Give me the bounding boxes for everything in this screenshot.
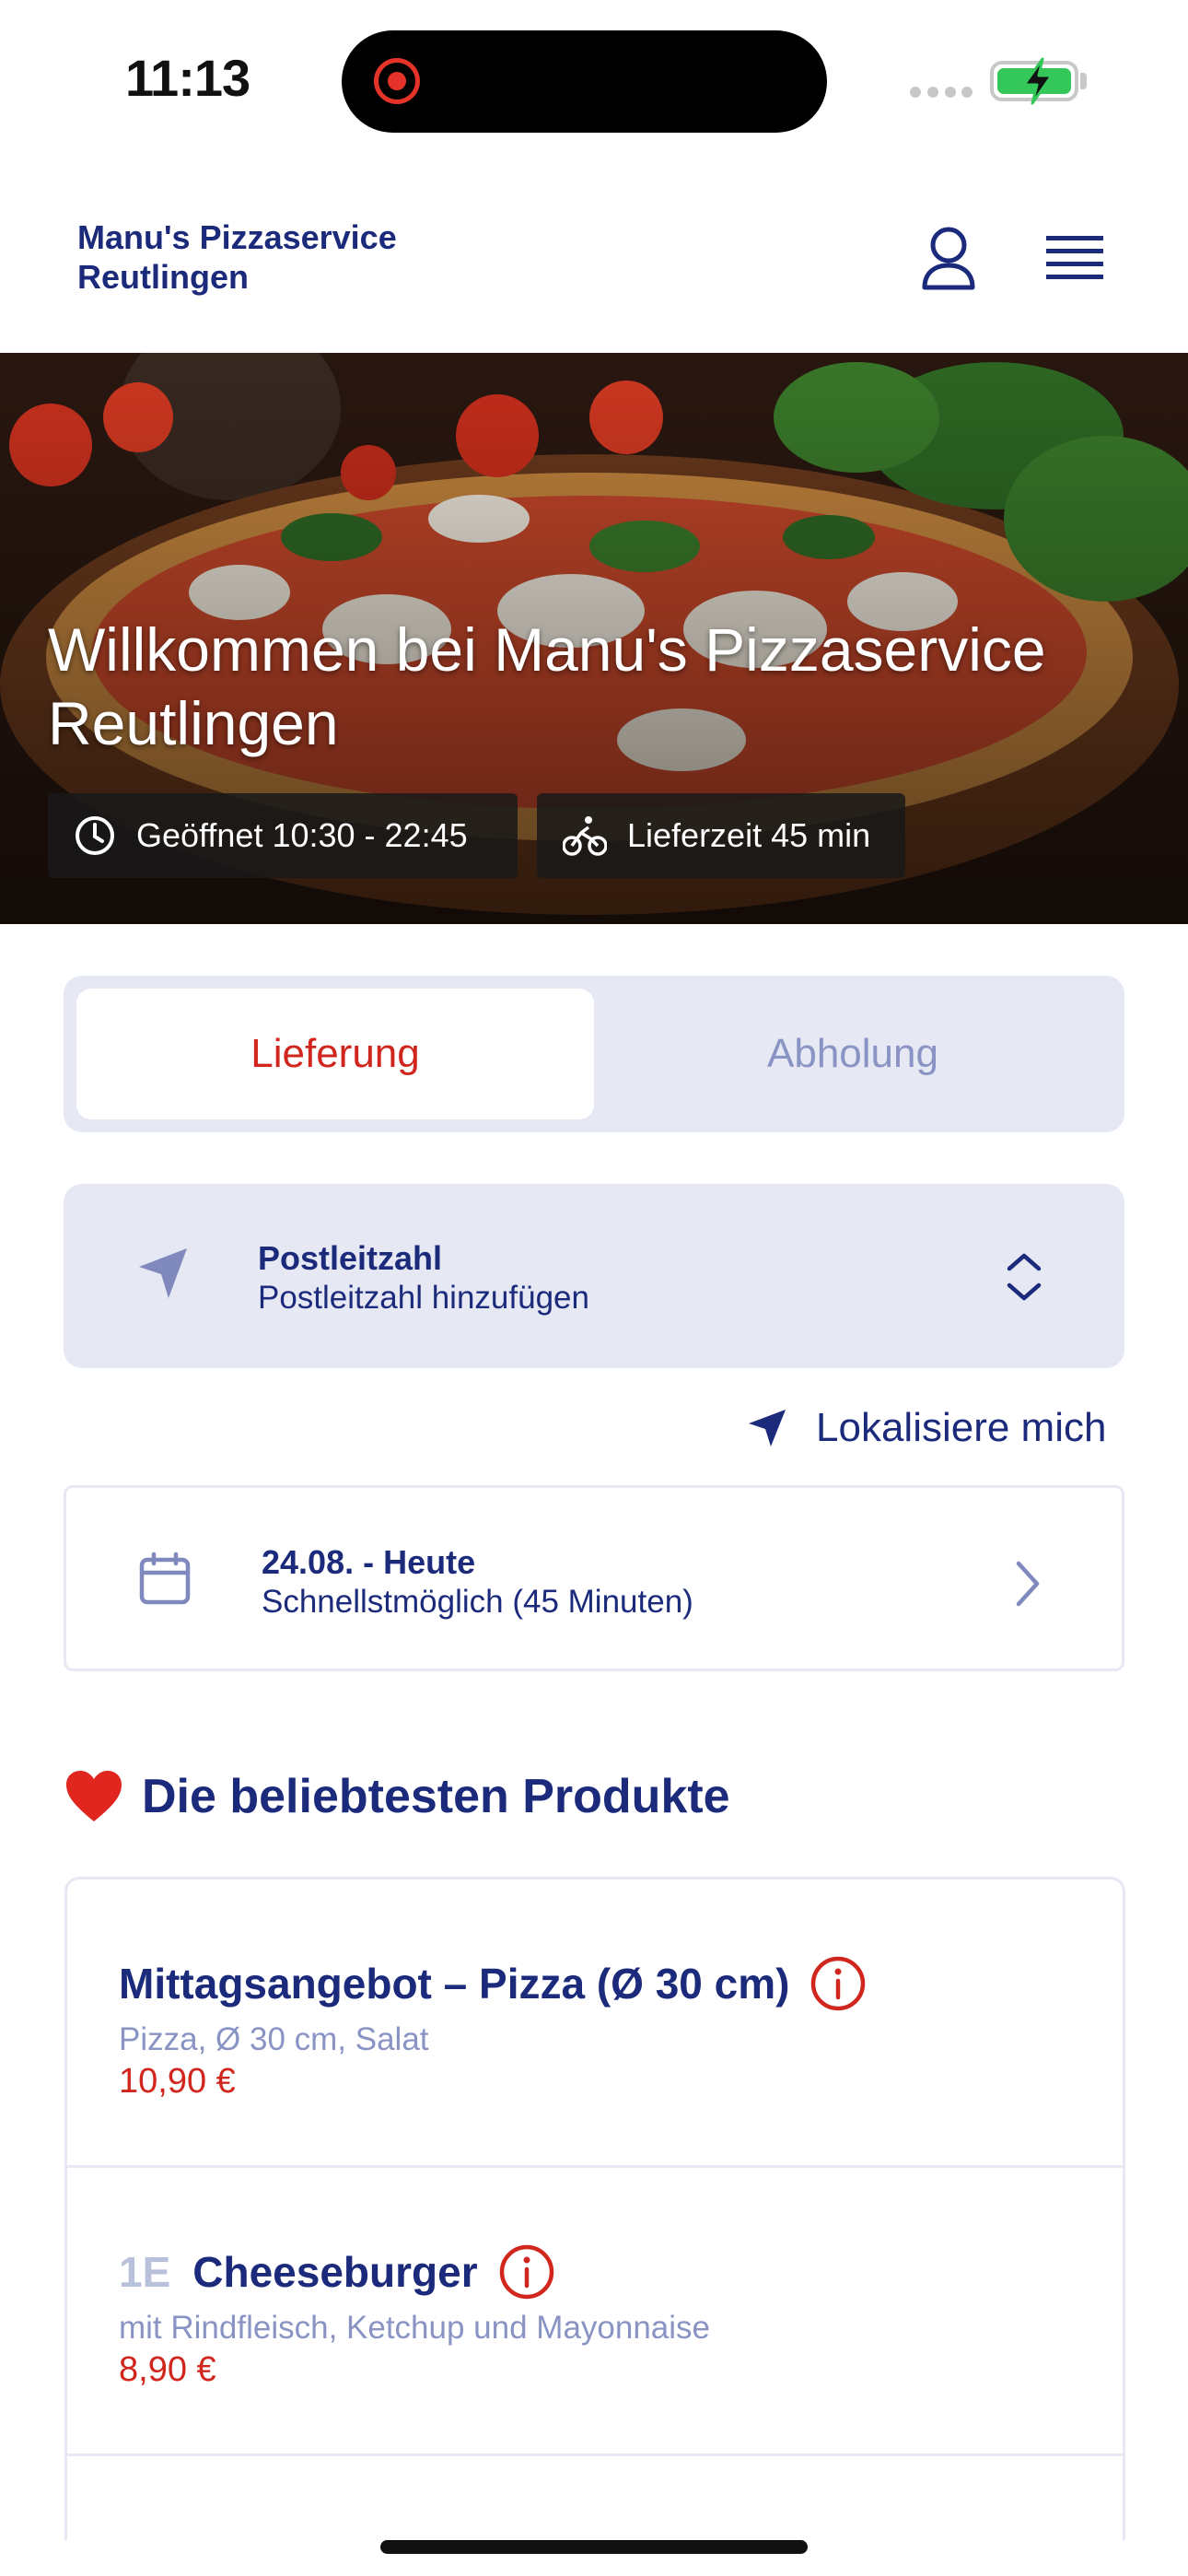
order-mode-toggle: Lieferung Abholung <box>64 976 1124 1132</box>
product-name: Mittagsangebot – Pizza (Ø 30 cm) <box>119 1960 790 2008</box>
product-title-row: Mittagsangebot – Pizza (Ø 30 cm) <box>119 1955 867 2012</box>
restaurant-brand[interactable]: Manu's Pizzaservice Reutlingen <box>77 217 397 297</box>
postal-code-label: Postleitzahl <box>258 1239 443 1277</box>
postal-code-placeholder: Postleitzahl hinzufügen <box>258 1280 589 1316</box>
tab-pickup[interactable]: Abholung <box>594 989 1112 1119</box>
user-icon <box>922 227 975 290</box>
product-title-row: 1E Cheeseburger <box>119 2243 555 2301</box>
location-arrow-icon <box>139 1248 187 1298</box>
clock-icon <box>76 816 114 855</box>
bicycle-icon <box>563 816 607 856</box>
product-item[interactable]: Mittagsangebot – Pizza (Ø 30 cm) Pizza, … <box>67 1879 1123 2168</box>
battery-cap <box>1080 73 1087 89</box>
status-bar: 11:13 <box>0 0 1188 157</box>
brand-city: Reutlingen <box>77 258 249 296</box>
recording-indicator-icon <box>374 58 420 104</box>
opening-hours-text: Geöffnet 10:30 - 22:45 <box>136 816 468 854</box>
hamburger-menu-icon <box>1046 236 1103 279</box>
product-number: 1E <box>119 2248 171 2296</box>
product-price: 8,90 € <box>119 2350 216 2389</box>
status-time: 11:13 <box>125 49 250 107</box>
opening-hours-badge: Geöffnet 10:30 - 22:45 <box>48 793 518 878</box>
delivery-date: 24.08. - Heute <box>262 1543 476 1581</box>
dynamic-island <box>342 30 827 133</box>
popular-products-title: Die beliebtesten Produkte <box>142 1770 730 1823</box>
product-name: Cheeseburger <box>192 2248 478 2296</box>
hero-banner: Willkommen bei Manu's Pizzaservice Reutl… <box>0 353 1188 924</box>
account-button[interactable] <box>912 221 985 295</box>
home-indicator[interactable] <box>380 2540 808 2554</box>
postal-code-selector[interactable]: Postleitzahl Postleitzahl hinzufügen <box>64 1184 1124 1368</box>
hero-title: Willkommen bei Manu's Pizzaservice Reutl… <box>48 615 1046 757</box>
chevron-right-icon <box>1016 1561 1040 1607</box>
info-icon[interactable] <box>809 1955 867 2012</box>
product-list: Mittagsangebot – Pizza (Ø 30 cm) Pizza, … <box>64 1877 1125 2540</box>
delivery-time-badge: Lieferzeit 45 min <box>537 793 905 878</box>
main-menu-button[interactable] <box>1037 228 1111 287</box>
locate-me-label: Lokalisiere mich <box>816 1405 1107 1450</box>
heart-icon <box>66 1771 122 1821</box>
product-price: 10,90 € <box>119 2062 236 2101</box>
calendar-icon <box>139 1551 191 1605</box>
product-description: mit Rindfleisch, Ketchup und Mayonnaise <box>119 2310 711 2346</box>
delivery-time-text: Lieferzeit 45 min <box>627 816 871 854</box>
info-icon[interactable] <box>498 2243 555 2301</box>
location-arrow-icon <box>749 1410 786 1446</box>
product-item[interactable]: 1E Cheeseburger mit Rindfleisch, Ketchup… <box>67 2168 1123 2456</box>
charging-bolt-icon <box>1022 57 1054 105</box>
brand-name: Manu's Pizzaservice <box>77 218 397 256</box>
delivery-time-selector[interactable]: 24.08. - Heute Schnellstmöglich (45 Minu… <box>64 1485 1124 1671</box>
locate-me-button[interactable]: Lokalisiere mich <box>746 1400 1106 1456</box>
popular-products-heading: Die beliebtesten Produkte <box>64 1769 730 1824</box>
tab-delivery[interactable]: Lieferung <box>76 989 594 1119</box>
app-screen: 11:13 Manu's Pizzaservice Reutlingen Wil… <box>0 0 1188 2576</box>
up-down-chevron-icon <box>1007 1253 1042 1301</box>
cellular-signal-icon <box>910 87 973 98</box>
delivery-time-option: Schnellstmöglich (45 Minuten) <box>262 1584 693 1620</box>
product-description: Pizza, Ø 30 cm, Salat <box>119 2021 429 2057</box>
